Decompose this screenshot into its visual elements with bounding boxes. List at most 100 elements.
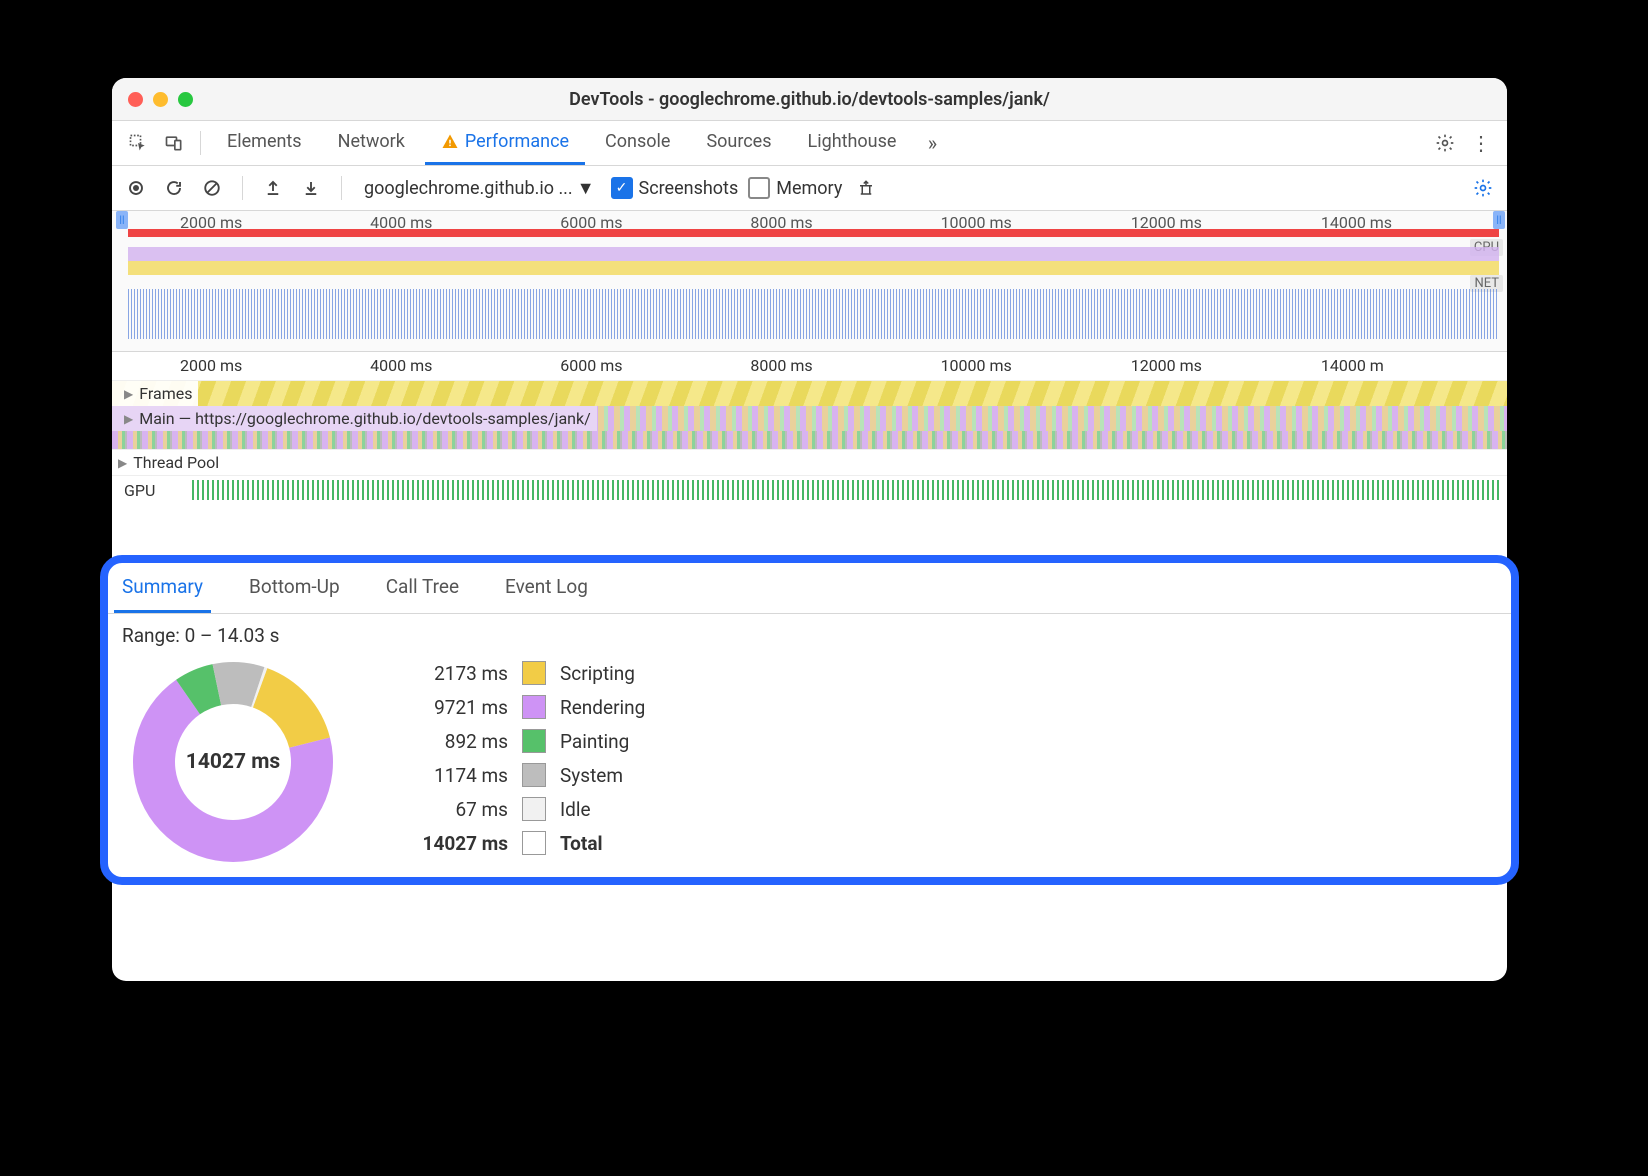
tab-label: Elements bbox=[227, 131, 302, 152]
main-track-bars[interactable] bbox=[112, 431, 1507, 449]
minimize-window-button[interactable] bbox=[153, 92, 168, 107]
tab-elements[interactable]: Elements bbox=[211, 121, 318, 165]
upload-icon[interactable] bbox=[259, 174, 287, 202]
legend-swatch bbox=[522, 695, 546, 719]
legend-value: 2173 ms bbox=[398, 662, 508, 685]
garbage-collect-icon[interactable] bbox=[852, 174, 880, 202]
tab-label: Network bbox=[338, 131, 405, 152]
record-icon[interactable] bbox=[122, 174, 150, 202]
legend-row-total: 14027 ms Total bbox=[398, 831, 645, 855]
legend-label: Rendering bbox=[560, 696, 645, 719]
track-label: Thread Pool bbox=[133, 453, 219, 472]
tab-call-tree[interactable]: Call Tree bbox=[378, 563, 467, 613]
performance-toolbar: googlechrome.github.io ...▼ ✓ Screenshot… bbox=[112, 166, 1507, 211]
legend-value: 892 ms bbox=[398, 730, 508, 753]
more-tabs-icon[interactable]: » bbox=[916, 127, 948, 159]
track-label: Frames bbox=[139, 384, 192, 403]
expand-arrow-icon[interactable]: ▶ bbox=[118, 456, 127, 470]
legend-row-rendering: 9721 ms Rendering bbox=[398, 695, 645, 719]
details-pane-highlight: Summary Bottom-Up Call Tree Event Log Ra… bbox=[100, 555, 1519, 885]
tick-label: 4000 ms bbox=[370, 356, 432, 375]
tab-lighthouse[interactable]: Lighthouse bbox=[792, 121, 913, 165]
divider bbox=[200, 131, 201, 155]
profile-selector[interactable]: googlechrome.github.io ...▼ bbox=[358, 178, 601, 199]
titlebar: DevTools - googlechrome.github.io/devtoo… bbox=[112, 78, 1507, 121]
threadpool-track[interactable]: ▶ Thread Pool bbox=[112, 449, 1507, 475]
tick-label: 12000 ms bbox=[1131, 356, 1202, 375]
window-controls bbox=[128, 92, 193, 107]
track-label: GPU bbox=[112, 481, 155, 500]
legend-label: Total bbox=[560, 832, 603, 855]
net-activity bbox=[128, 289, 1499, 339]
legend-row-system: 1174 ms System bbox=[398, 763, 645, 787]
frames-track[interactable]: ▶ Frames bbox=[112, 381, 1507, 406]
flamechart-ruler: 2000 ms 4000 ms 6000 ms 8000 ms 10000 ms… bbox=[112, 352, 1507, 381]
tick-label: 10000 ms bbox=[941, 356, 1012, 375]
capture-settings-icon[interactable] bbox=[1469, 174, 1497, 202]
tab-sources[interactable]: Sources bbox=[690, 121, 787, 165]
legend-label: Painting bbox=[560, 730, 629, 753]
legend-swatch bbox=[522, 763, 546, 787]
legend-swatch bbox=[522, 797, 546, 821]
legend-value: 1174 ms bbox=[398, 764, 508, 787]
gpu-track[interactable]: GPU bbox=[112, 475, 1507, 504]
tab-performance[interactable]: Performance bbox=[425, 121, 585, 165]
memory-checkbox[interactable]: Memory bbox=[748, 177, 842, 199]
inspect-element-icon[interactable] bbox=[122, 127, 154, 159]
warning-icon bbox=[441, 133, 459, 151]
gpu-bars bbox=[192, 480, 1499, 500]
tab-label: Event Log bbox=[505, 575, 588, 598]
legend-value: 9721 ms bbox=[398, 696, 508, 719]
tab-label: Call Tree bbox=[386, 575, 459, 598]
tab-console[interactable]: Console bbox=[589, 121, 686, 165]
device-mode-icon[interactable] bbox=[158, 127, 190, 159]
panel-tabs: Elements Network Performance Console Sou… bbox=[112, 121, 1507, 166]
download-icon[interactable] bbox=[297, 174, 325, 202]
tab-summary[interactable]: Summary bbox=[114, 563, 211, 613]
devtools-window: DevTools - googlechrome.github.io/devtoo… bbox=[112, 78, 1507, 981]
checkbox-icon bbox=[748, 177, 770, 199]
legend-swatch bbox=[522, 729, 546, 753]
clear-icon[interactable] bbox=[198, 174, 226, 202]
tab-event-log[interactable]: Event Log bbox=[497, 563, 596, 613]
window-title: DevTools - googlechrome.github.io/devtoo… bbox=[112, 89, 1507, 110]
settings-icon[interactable] bbox=[1429, 127, 1461, 159]
checkbox-icon: ✓ bbox=[611, 177, 633, 199]
tab-label: Lighthouse bbox=[808, 131, 897, 152]
tab-bottom-up[interactable]: Bottom-Up bbox=[241, 563, 348, 613]
legend-row-scripting: 2173 ms Scripting bbox=[398, 661, 645, 685]
checkbox-label: Memory bbox=[776, 178, 842, 199]
tick-label: 2000 ms bbox=[180, 356, 242, 375]
close-window-button[interactable] bbox=[128, 92, 143, 107]
summary-legend: 2173 ms Scripting 9721 ms Rendering 892 ms Pa… bbox=[398, 657, 645, 867]
legend-row-idle: 67 msIdle bbox=[398, 797, 645, 821]
screenshots-checkbox[interactable]: ✓ Screenshots bbox=[611, 177, 739, 199]
main-track[interactable]: ▶ Main — https://googlechrome.github.io/d… bbox=[112, 406, 1507, 431]
tick-label: 14000 m bbox=[1321, 356, 1384, 375]
legend-label: Idle bbox=[560, 798, 591, 821]
expand-arrow-icon[interactable]: ▶ bbox=[124, 412, 133, 426]
expand-arrow-icon[interactable]: ▶ bbox=[124, 387, 133, 401]
legend-label: System bbox=[560, 764, 623, 787]
divider bbox=[341, 176, 342, 200]
legend-label: Scripting bbox=[560, 662, 635, 685]
kebab-menu-icon[interactable]: ⋮ bbox=[1465, 127, 1497, 159]
zoom-window-button[interactable] bbox=[178, 92, 193, 107]
legend-swatch bbox=[522, 661, 546, 685]
tab-label: Bottom-Up bbox=[249, 575, 340, 598]
track-label: Main — https://googlechrome.github.io/de… bbox=[139, 409, 591, 428]
tab-label: Sources bbox=[706, 131, 771, 152]
summary-donut-chart: 14027 ms bbox=[128, 657, 338, 867]
overview-redline bbox=[128, 229, 1499, 237]
tick-label: 8000 ms bbox=[750, 356, 812, 375]
range-label: Range: 0 – 14.03 s bbox=[108, 614, 1511, 657]
tab-network[interactable]: Network bbox=[322, 121, 421, 165]
tick-label: 6000 ms bbox=[560, 356, 622, 375]
overview-pane[interactable]: || || 2000 ms 4000 ms 6000 ms 8000 ms 10… bbox=[112, 211, 1507, 352]
legend-row-painting: 892 ms Painting bbox=[398, 729, 645, 753]
legend-value: 14027 ms bbox=[398, 832, 508, 855]
divider bbox=[242, 176, 243, 200]
reload-icon[interactable] bbox=[160, 174, 188, 202]
tab-label: Console bbox=[605, 131, 670, 152]
tab-label: Summary bbox=[122, 575, 203, 598]
